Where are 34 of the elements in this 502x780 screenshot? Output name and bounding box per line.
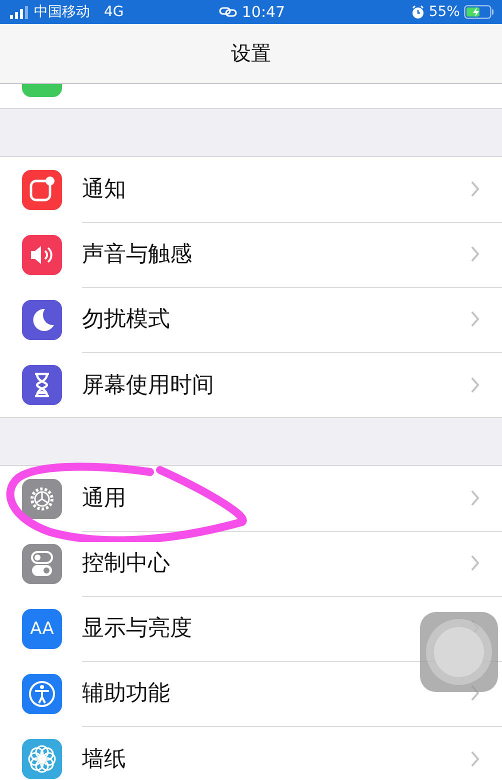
battery-icon [464, 5, 494, 19]
settings-row[interactable]: 声音与触感 [0, 222, 502, 287]
row-label: 控制中心 [82, 550, 170, 578]
settings-row[interactable]: 控制中心 [0, 531, 502, 596]
page-title: 设置 [231, 40, 271, 67]
link-icon [218, 5, 237, 19]
settings-row[interactable]: 通知 [0, 157, 502, 222]
chevron-icon [470, 245, 480, 263]
chevron-icon [470, 489, 480, 507]
settings-row[interactable]: 勿扰模式 [0, 287, 502, 352]
row-label: 屏幕使用时间 [82, 372, 214, 400]
row-label: 声音与触感 [82, 241, 192, 269]
clock-time: 10:47 [242, 4, 286, 20]
row-label: 辅助功能 [82, 680, 170, 708]
settings-row[interactable]: 屏幕使用时间 [0, 352, 502, 417]
row-label: 通知 [82, 176, 126, 204]
chevron-icon [470, 554, 480, 572]
display-icon: AA [22, 608, 62, 648]
row-label: 墙纸 [82, 746, 126, 774]
network-type: 4G [104, 4, 124, 20]
signal-icon [10, 6, 28, 18]
chevron-icon [470, 180, 480, 198]
chevron-icon [470, 310, 480, 328]
chevron-icon [470, 750, 480, 768]
settings-row[interactable]: 墙纸 [0, 726, 502, 780]
carrier-name: 中国移动 [34, 4, 90, 20]
alarm-icon [410, 5, 425, 19]
chevron-icon [470, 376, 480, 394]
battery-percentage: 55% [428, 4, 460, 20]
assistive-touch-button[interactable] [420, 612, 498, 692]
settings-row[interactable]: 通用 [0, 466, 502, 531]
row-label: 勿扰模式 [82, 306, 170, 334]
row-label: 通用 [82, 485, 126, 513]
row-label: 显示与亮度 [82, 615, 192, 643]
